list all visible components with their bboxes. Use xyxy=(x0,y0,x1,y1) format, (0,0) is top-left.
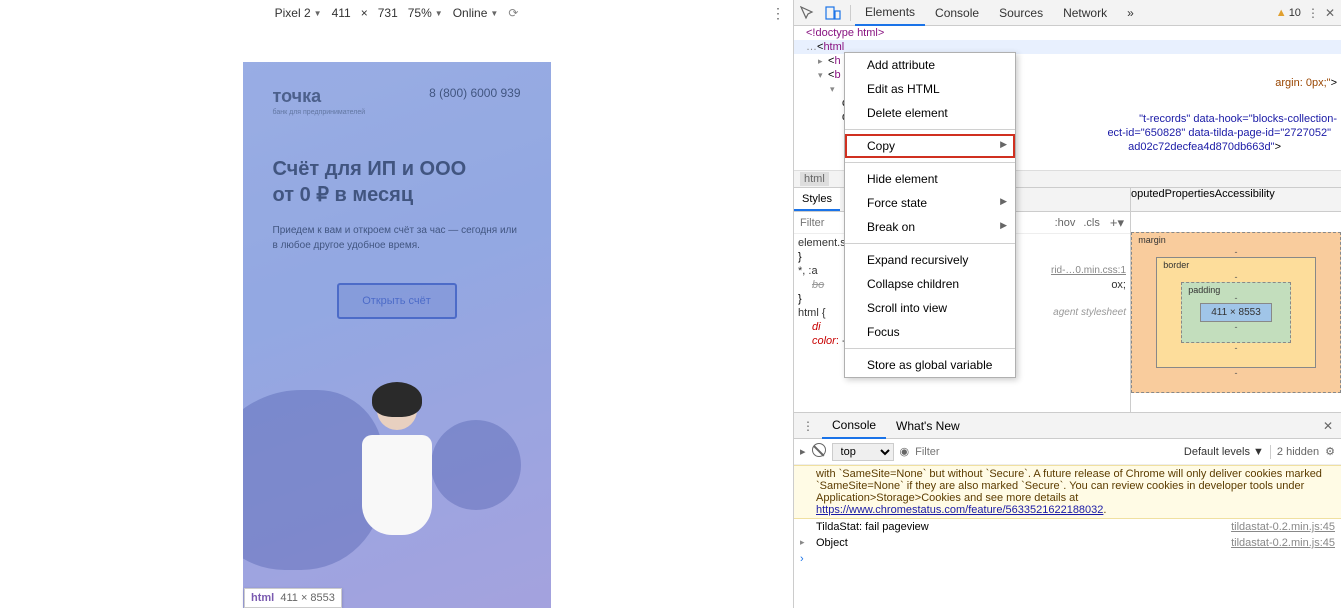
device-mode-panel: Pixel 2 ▼ 411 × 731 75% ▼ Online ▼ ⟳ ⋮ т… xyxy=(0,0,793,608)
more-options-icon[interactable]: ⋮ xyxy=(771,5,785,22)
hov-toggle[interactable]: :hov xyxy=(1051,217,1080,229)
tab-styles[interactable]: Styles xyxy=(794,188,840,211)
context-selector[interactable]: top xyxy=(832,443,894,461)
ctx-expand-recursively[interactable]: Expand recursively xyxy=(845,248,1015,272)
ctx-scroll-into-view[interactable]: Scroll into view xyxy=(845,296,1015,320)
viewport-width-input[interactable]: 411 xyxy=(332,6,351,20)
dimension-separator: × xyxy=(361,6,368,20)
message-source-link[interactable]: tildastat-0.2.min.js:45 xyxy=(1231,521,1335,533)
warning-icon: ▲ xyxy=(1276,7,1287,19)
inspect-element-icon[interactable] xyxy=(794,0,820,26)
menu-separator xyxy=(845,162,1015,163)
hero-illustration xyxy=(243,330,551,608)
cls-toggle[interactable]: .cls xyxy=(1079,217,1104,229)
drawer-tab-whatsnew[interactable]: What's New xyxy=(886,413,970,439)
element-dimensions-tooltip: html 411 × 8553 xyxy=(244,588,342,608)
tab-accessibility[interactable]: Accessibility xyxy=(1215,188,1275,211)
ctx-store-global[interactable]: Store as global variable xyxy=(845,353,1015,377)
context-menu: Add attribute Edit as HTML Delete elemen… xyxy=(844,52,1016,378)
ctx-add-attribute[interactable]: Add attribute xyxy=(845,53,1015,77)
console-drawer: ⋮ Console What's New ✕ ▸ top ◉ Default l… xyxy=(794,413,1341,608)
log-levels-selector[interactable]: Default levels ▼ xyxy=(1184,446,1264,458)
settings-icon[interactable]: ⋮ xyxy=(1307,6,1319,20)
ctx-break-on[interactable]: Break on▶ xyxy=(845,215,1015,239)
ctx-edit-as-html[interactable]: Edit as HTML xyxy=(845,77,1015,101)
menu-separator xyxy=(845,243,1015,244)
warning-link[interactable]: https://www.chromestatus.com/feature/563… xyxy=(816,504,1103,516)
tab-network[interactable]: Network xyxy=(1053,0,1117,26)
console-filter-input[interactable] xyxy=(915,446,1178,458)
drawer-tab-console[interactable]: Console xyxy=(822,413,886,439)
tab-computed[interactable]: oputed xyxy=(1131,188,1165,211)
submenu-arrow-icon: ▶ xyxy=(1000,196,1007,207)
device-selector[interactable]: Pixel 2 ▼ xyxy=(275,6,322,20)
tab-console[interactable]: Console xyxy=(925,0,989,26)
console-prompt[interactable]: › xyxy=(794,551,1341,567)
message-source-link[interactable]: tildastat-0.2.min.js:45 xyxy=(1231,537,1335,549)
live-expression-icon[interactable]: ◉ xyxy=(900,445,910,458)
drawer-menu-icon[interactable]: ⋮ xyxy=(794,419,822,433)
ctx-focus[interactable]: Focus xyxy=(845,320,1015,344)
devtools-main-toolbar: Elements Console Sources Network » ▲10 ⋮… xyxy=(794,0,1341,26)
ctx-copy[interactable]: Copy▶ xyxy=(845,134,1015,158)
tab-sources[interactable]: Sources xyxy=(989,0,1053,26)
hidden-messages-badge[interactable]: 2 hidden xyxy=(1277,446,1319,458)
console-output[interactable]: with `SameSite=None` but without `Secure… xyxy=(794,465,1341,608)
console-log-message: ▸ Object tildastat-0.2.min.js:45 xyxy=(794,535,1341,551)
chevron-down-icon: ▼ xyxy=(314,9,322,18)
chevron-down-icon: ▼ xyxy=(490,9,498,18)
breadcrumb-html[interactable]: html xyxy=(800,172,829,186)
clear-console-icon[interactable] xyxy=(812,443,826,460)
menu-separator xyxy=(845,348,1015,349)
device-viewport: точка банк для предпринимателей 8 (800) … xyxy=(0,26,793,608)
console-log-message: TildaStat: fail pageview tildastat-0.2.m… xyxy=(794,519,1341,535)
ctx-force-state[interactable]: Force state▶ xyxy=(845,191,1015,215)
viewport-height-input[interactable]: 731 xyxy=(378,6,398,20)
rendered-page[interactable]: точка банк для предпринимателей 8 (800) … xyxy=(243,62,551,608)
submenu-arrow-icon: ▶ xyxy=(1000,139,1007,150)
tab-elements[interactable]: Elements xyxy=(855,0,925,26)
device-mode-toggle-icon[interactable] xyxy=(820,0,846,26)
computed-panel: oputed Properties Accessibility margin- … xyxy=(1131,188,1341,412)
console-settings-icon[interactable]: ⚙ xyxy=(1325,445,1335,458)
warnings-badge[interactable]: ▲10 xyxy=(1276,7,1301,19)
new-rule-icon[interactable]: +▾ xyxy=(1104,215,1130,231)
zoom-selector[interactable]: 75% ▼ xyxy=(408,6,443,20)
ctx-hide-element[interactable]: Hide element xyxy=(845,167,1015,191)
tab-properties[interactable]: Properties xyxy=(1165,188,1215,211)
sidebar-toggle-icon[interactable]: ▸ xyxy=(800,445,806,458)
menu-separator xyxy=(845,129,1015,130)
ctx-collapse-children[interactable]: Collapse children xyxy=(845,272,1015,296)
box-model-diagram[interactable]: margin- border- padding- 411 × 8553 - - … xyxy=(1131,212,1341,412)
ctx-delete-element[interactable]: Delete element xyxy=(845,101,1015,125)
device-toolbar: Pixel 2 ▼ 411 × 731 75% ▼ Online ▼ ⟳ ⋮ xyxy=(0,0,793,26)
close-drawer-icon[interactable]: ✕ xyxy=(1315,419,1341,433)
throttle-selector[interactable]: Online ▼ xyxy=(453,6,499,20)
chevron-down-icon: ▼ xyxy=(435,9,443,18)
rotate-icon[interactable]: ⟳ xyxy=(508,6,518,20)
tabs-overflow-icon[interactable]: » xyxy=(1117,0,1144,26)
close-devtools-icon[interactable]: ✕ xyxy=(1325,6,1335,20)
submenu-arrow-icon: ▶ xyxy=(1000,220,1007,231)
console-warning-message: with `SameSite=None` but without `Secure… xyxy=(794,465,1341,519)
